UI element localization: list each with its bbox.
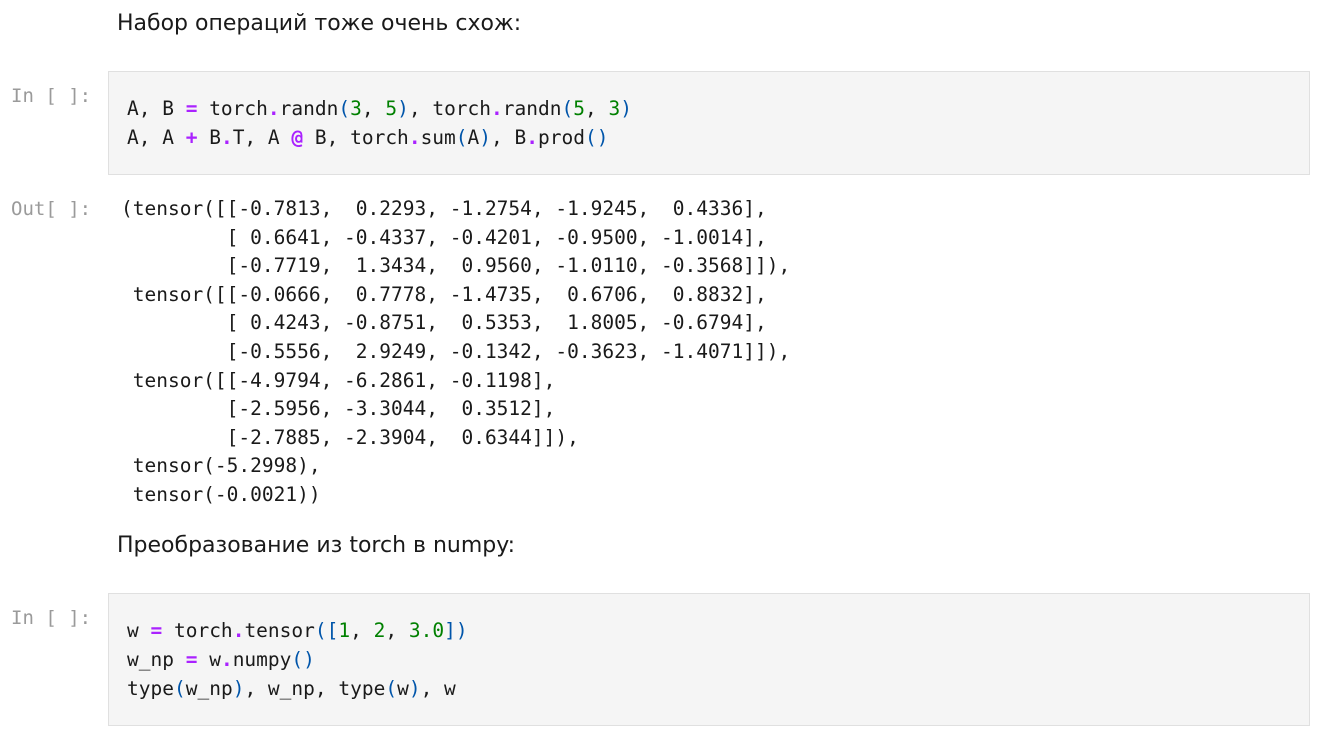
code-token: , w	[420, 677, 456, 700]
code-token: ,	[361, 97, 386, 120]
code-token-number: 2	[373, 619, 386, 642]
code-token-operator: .	[220, 648, 233, 671]
code-token-bracket: (	[385, 677, 398, 700]
code-token: A, A	[127, 126, 186, 149]
output-prompt-1: Out[ ]:	[11, 198, 92, 220]
code-token: type	[127, 677, 174, 700]
code-token-operator: .	[220, 126, 233, 149]
code-token: w	[127, 619, 151, 642]
code-token: randn	[502, 97, 562, 120]
code-token-bracket: (	[173, 677, 186, 700]
code-token-operator: .	[267, 97, 280, 120]
input-prompt-2: In [ ]:	[11, 607, 92, 629]
code-token-operator: @	[291, 126, 304, 149]
code-token-number: 1	[338, 619, 351, 642]
markdown-text-operations: Набор операций тоже очень схож:	[117, 11, 522, 36]
code-token: , torch	[408, 97, 492, 120]
code-token-number: 3	[350, 97, 362, 120]
output-line: (tensor([[-0.7813, 0.2293, -1.2754, -1.9…	[121, 197, 767, 220]
code-token: numpy	[232, 648, 292, 671]
code-token-bracket: ()	[291, 648, 315, 671]
code-editor-1[interactable]: A, B = torch.randn(3, 5), torch.randn(5,…	[127, 94, 632, 152]
code-token-bracket: ([	[314, 619, 339, 642]
output-line: [-0.5556, 2.9249, -0.1342, -0.3623, -1.4…	[121, 339, 791, 363]
code-token-number: 5	[385, 97, 398, 120]
code-token-operator: .	[491, 97, 503, 120]
code-token: randn	[279, 97, 339, 120]
output-line: [ 0.4243, -0.8751, 0.5353, 1.8005, -0.67…	[121, 311, 767, 335]
code-token: w_np	[127, 648, 186, 671]
output-line: tensor(-0.0021))	[121, 482, 321, 506]
code-token-bracket: )	[408, 677, 421, 700]
code-token-operator: .	[232, 619, 245, 642]
code-token: , B	[491, 126, 527, 149]
output-line: [-0.7719, 1.3434, 0.9560, -1.0110, -0.35…	[121, 254, 791, 278]
output-area-1: (tensor([[-0.7813, 0.2293, -1.2754, -1.9…	[121, 195, 790, 510]
code-token: B, torch	[303, 126, 409, 149]
code-token-bracket: (	[455, 126, 468, 149]
code-token-bracket: )	[620, 97, 632, 120]
output-line: tensor(-5.2998),	[121, 454, 321, 478]
code-token-bracket: ()	[585, 126, 609, 149]
output-line: [-2.5956, -3.3044, 0.3512],	[121, 397, 556, 421]
code-token: sum	[420, 126, 456, 149]
code-cell-2[interactable]: w = torch.tensor([1, 2, 3.0]) w_np = w.n…	[108, 593, 1310, 726]
code-token: ,	[350, 619, 374, 642]
code-token: torch	[197, 97, 268, 120]
code-token: w_np	[185, 677, 233, 700]
code-token-bracket: )	[397, 97, 409, 120]
code-token: A	[467, 126, 480, 149]
code-token: w	[397, 677, 409, 700]
code-token: ,	[584, 97, 609, 120]
code-token-bracket: )	[479, 126, 492, 149]
code-token-operator: =	[185, 648, 198, 671]
output-line: [-2.7885, -2.3904, 0.6344]]),	[121, 425, 579, 449]
code-token: ,	[385, 619, 409, 642]
code-token-number: 5	[573, 97, 585, 120]
code-token-bracket: )	[232, 677, 245, 700]
output-line: [ 0.6641, -0.4337, -0.4201, -0.9500, -1.…	[121, 225, 767, 249]
markdown-text-conversion: Преобразование из torch в numpy:	[117, 533, 516, 558]
code-cell-1[interactable]: A, B = torch.randn(3, 5), torch.randn(5,…	[108, 71, 1310, 175]
code-token-operator: .	[526, 126, 539, 149]
output-line: tensor([[-0.0666, 0.7778, -1.4735, 0.670…	[121, 282, 767, 306]
code-token-operator: .	[408, 126, 421, 149]
code-token: T, A	[232, 126, 292, 149]
code-token-number: 3.0	[408, 619, 445, 642]
code-token-number: 3	[608, 97, 621, 120]
code-token: torch	[162, 619, 233, 642]
code-token: , w_np, type	[244, 677, 386, 700]
code-token-bracket: (	[561, 97, 574, 120]
code-token-bracket: ])	[444, 619, 468, 642]
code-token: B	[197, 126, 221, 149]
code-token-operator: +	[185, 126, 198, 149]
input-prompt-1: In [ ]:	[11, 85, 92, 107]
code-token-operator: =	[150, 619, 163, 642]
code-token-operator: =	[185, 97, 198, 120]
code-token: tensor	[244, 619, 315, 642]
code-editor-2[interactable]: w = torch.tensor([1, 2, 3.0]) w_np = w.n…	[127, 616, 468, 703]
code-token-bracket: (	[338, 97, 351, 120]
code-token: A, B	[127, 97, 186, 120]
output-line: tensor([[-4.9794, -6.2861, -0.1198],	[121, 368, 556, 392]
code-token: w	[197, 648, 221, 671]
code-token: prod	[538, 126, 585, 149]
